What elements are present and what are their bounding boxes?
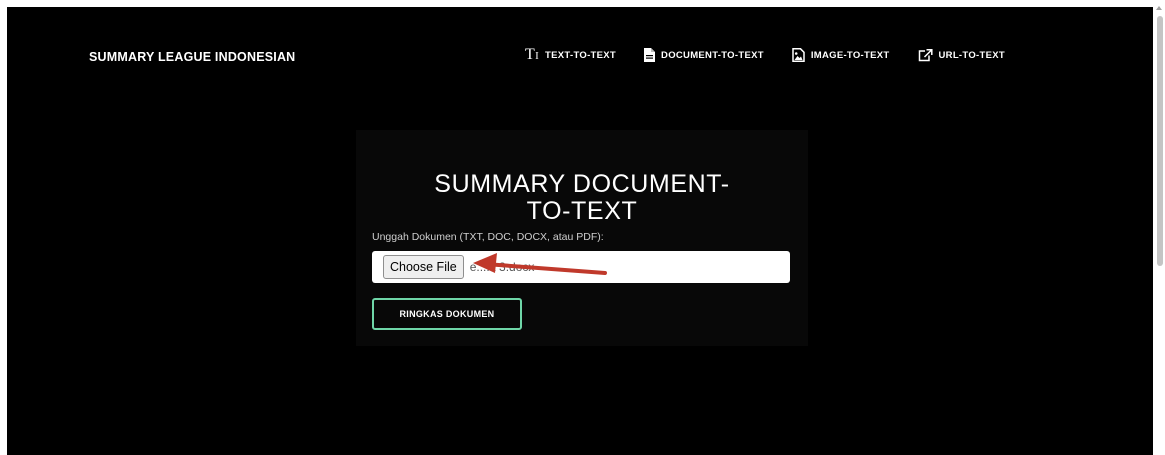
scroll-up-arrow-icon[interactable] <box>1156 6 1162 10</box>
nav-text-to-text-label: TEXT-TO-TEXT <box>545 49 617 61</box>
nav-document-to-text[interactable]: DOCUMENT-TO-TEXT <box>644 48 764 62</box>
nav-document-to-text-label: DOCUMENT-TO-TEXT <box>661 49 764 61</box>
document-icon <box>644 48 656 62</box>
nav-url-to-text-label: URL-TO-TEXT <box>938 49 1005 61</box>
upload-label: Unggah Dokumen (TXT, DOC, DOCX, atau PDF… <box>372 231 604 243</box>
summarize-document-button[interactable]: RINGKAS DOKUMEN <box>372 298 522 330</box>
nav-image-to-text-label: IMAGE-TO-TEXT <box>810 49 890 61</box>
brand-title[interactable]: SUMMARY LEAGUE INDONESIAN <box>89 50 295 64</box>
nav-image-to-text[interactable]: IMAGE-TO-TEXT <box>792 48 890 62</box>
vertical-scrollbar[interactable] <box>1153 0 1165 455</box>
selected-file-name: e....k 3.docx <box>469 260 535 274</box>
nav-text-to-text[interactable]: TI TEXT-TO-TEXT <box>525 47 616 63</box>
page-frame: SUMMARY LEAGUE INDONESIAN TI TEXT-TO-TEX… <box>7 7 1153 455</box>
document-summary-card: SUMMARY DOCUMENT-TO-TEXT Unggah Dokumen … <box>356 130 808 346</box>
image-icon <box>792 48 805 62</box>
nav-url-to-text[interactable]: URL-TO-TEXT <box>918 48 1005 62</box>
text-icon: TI <box>525 46 540 63</box>
scrollbar-thumb[interactable] <box>1157 16 1163 266</box>
main-nav: TI TEXT-TO-TEXT DOCUMENT-TO-TEXT IMAGE-T… <box>525 47 1005 63</box>
page-title: SUMMARY DOCUMENT-TO-TEXT <box>434 170 730 225</box>
choose-file-button[interactable]: Choose File <box>383 255 464 279</box>
file-input[interactable]: Choose File e....k 3.docx <box>372 251 790 283</box>
external-link-icon <box>918 48 933 62</box>
